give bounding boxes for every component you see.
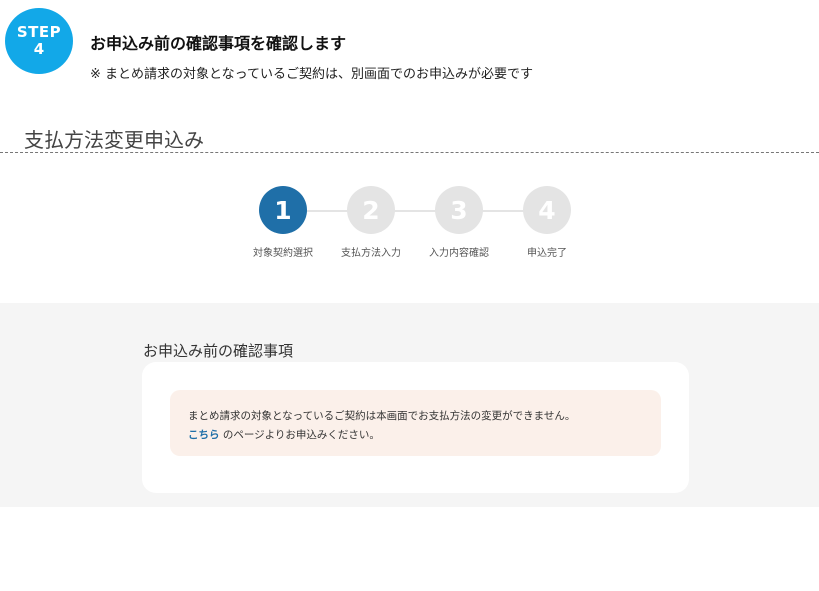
step-circle-2: 2 bbox=[347, 186, 395, 234]
notice-link-suffix: のページよりお申込みください。 bbox=[219, 429, 380, 441]
stepper-step-4: 4 申込完了 bbox=[502, 186, 592, 259]
stepper-step-1: 1 対象契約選択 bbox=[238, 186, 328, 259]
step-circle-1: 1 bbox=[259, 186, 307, 234]
step-label-1: 対象契約選択 bbox=[253, 248, 313, 259]
step-badge-number: 4 bbox=[33, 40, 45, 58]
step-badge: STEP 4 bbox=[5, 8, 73, 74]
progress-stepper: 1 対象契約選択 2 支払方法入力 3 入力内容確認 4 申込完了 bbox=[238, 186, 598, 266]
confirmation-card: まとめ請求の対象となっているご契約は本画面でお支払方法の変更ができません。 こち… bbox=[142, 362, 689, 493]
step-title: お申込み前の確認事項を確認します bbox=[90, 34, 347, 53]
step-label-2: 支払方法入力 bbox=[341, 248, 401, 259]
step-label-3: 入力内容確認 bbox=[429, 248, 489, 259]
step-circle-4: 4 bbox=[523, 186, 571, 234]
stepper-step-2: 2 支払方法入力 bbox=[326, 186, 416, 259]
stepper-step-3: 3 入力内容確認 bbox=[414, 186, 504, 259]
step-note: ※ まとめ請求の対象となっているご契約は、別画面でのお申込みが必要です bbox=[90, 67, 533, 82]
step-badge-label: STEP bbox=[16, 22, 62, 41]
section-heading: お申込み前の確認事項 bbox=[143, 342, 294, 360]
step-label-4: 申込完了 bbox=[527, 248, 567, 259]
notice-text: まとめ請求の対象となっているご契約は本画面でお支払方法の変更ができません。 bbox=[188, 410, 576, 422]
step-circle-3: 3 bbox=[435, 186, 483, 234]
dotted-divider bbox=[0, 152, 819, 153]
here-link[interactable]: こちら bbox=[188, 429, 220, 441]
page-title: 支払方法変更申込み bbox=[24, 128, 204, 152]
notice-box: まとめ請求の対象となっているご契約は本画面でお支払方法の変更ができません。 こち… bbox=[170, 390, 661, 456]
notice-link-line: こちら のページよりお申込みください。 bbox=[188, 427, 380, 442]
